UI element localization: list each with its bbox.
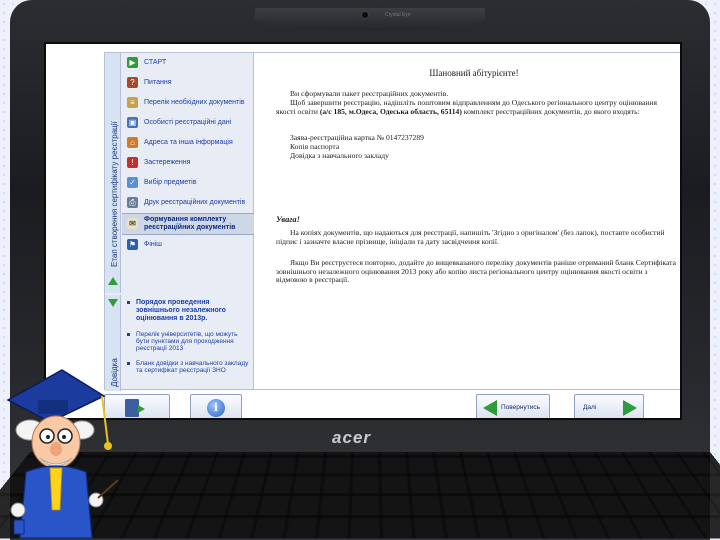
vertical-tab-main-label: Етап створення сертифікату реєстрації <box>110 121 119 267</box>
info-icon: i <box>207 398 225 417</box>
documents-icon: ≡ <box>127 97 138 108</box>
print-icon: ⎙ <box>127 197 138 208</box>
envelope-icon: ✉ <box>127 218 138 229</box>
sidebar-item-finish[interactable]: ⚑ Фініш <box>122 235 254 255</box>
back-button[interactable]: Повернутись <box>476 394 550 418</box>
sidebar-item-label: Фініш <box>144 241 162 248</box>
expand-up-icon <box>108 277 118 285</box>
page-title: Шановний абітурієнте! <box>429 68 519 78</box>
sidebar-item-address[interactable]: ⌂ Адреса та інша інформація <box>122 133 254 153</box>
finish-icon: ⚑ <box>127 239 138 250</box>
doc-item: Довідка з навчального закладу <box>290 151 389 160</box>
sidebar-item-label: Формування комплекту реєстраційних докум… <box>144 216 236 231</box>
mail-address: (а/с 185, м.Одеса, Одеська область, 6511… <box>319 106 462 116</box>
bottom-toolbar: i Повернутись Далі <box>104 394 680 418</box>
acer-logo: acer <box>332 428 371 447</box>
sidebar-item-label: Друк реєстраційних документів <box>144 199 246 206</box>
installer-window: Етап створення сертифікату реєстрації До… <box>104 52 680 391</box>
sidebar-item-documents[interactable]: ≡ Перелік необхідних документів <box>122 93 254 113</box>
sidebar-item-label: Питання <box>144 79 172 86</box>
info-button[interactable]: i <box>190 394 242 418</box>
warning-icon: ! <box>127 157 138 168</box>
sidebar-item-personal-data[interactable]: ▣ Особисті реєстраційні дані <box>122 113 254 133</box>
play-icon: ▶ <box>127 57 138 68</box>
questions-icon: ? <box>127 77 138 88</box>
camera-label: Crystal Eye <box>385 12 411 18</box>
arrow-left-icon <box>483 399 497 416</box>
sidebar-item-label: Перелік необхідних документів <box>144 99 245 106</box>
personal-data-icon: ▣ <box>127 117 138 128</box>
professor-mascot-icon <box>6 369 119 539</box>
sidebar-item-print[interactable]: ⎙ Друк реєстраційних документів <box>122 193 254 213</box>
info-link[interactable]: Порядок проведення зовнішнього незалежно… <box>122 295 254 327</box>
paragraph-2-tail: комплект реєстраційних документів, до як… <box>461 106 640 116</box>
paragraph-3: На копіях документів, що надаються для р… <box>276 228 665 246</box>
paragraph-2: Щоб завершити реєстрацію, надішліть пошт… <box>276 98 676 116</box>
webcam-icon <box>362 12 368 18</box>
step-menu: ▶ СТАРТ ? Питання ≡ Перелік необхідних д… <box>122 53 254 255</box>
sidebar: Етап створення сертифікату реєстрації До… <box>104 52 254 391</box>
paragraph-4: Якщо Ви реєструєтеся повторно, додайте д… <box>276 258 676 285</box>
sidebar-item-questions[interactable]: ? Питання <box>122 73 254 93</box>
exit-door-icon <box>125 398 145 417</box>
content-pane: Шановний абітурієнте! Ви сформували паке… <box>254 52 680 390</box>
info-link[interactable]: Бланк довідки з навчального закладу та с… <box>122 356 254 378</box>
vertical-tab-main[interactable]: Етап створення сертифікату реєстрації <box>105 53 121 293</box>
info-links: Порядок проведення зовнішнього незалежно… <box>122 295 254 378</box>
sidebar-item-envelope[interactable]: ✉ Формування комплекту реєстраційних док… <box>122 213 254 235</box>
laptop-lid-strip <box>255 8 485 30</box>
subjects-icon: ✓ <box>127 177 138 188</box>
arrow-right-icon <box>623 399 637 416</box>
sidebar-item-warning[interactable]: ! Застереження <box>122 153 254 173</box>
back-button-label: Повернутись <box>501 404 540 411</box>
address-icon: ⌂ <box>127 137 138 148</box>
expand-down-icon <box>108 299 118 307</box>
next-button[interactable]: Далі <box>574 394 644 418</box>
sidebar-item-label: Застереження <box>144 159 191 166</box>
next-button-label: Далі <box>583 404 597 411</box>
warning-title: Увага! <box>276 215 300 224</box>
sidebar-item-subjects[interactable]: ✓ Вибір предметів <box>122 173 254 193</box>
sidebar-item-label: СТАРТ <box>144 59 167 66</box>
sidebar-item-label: Адреса та інша інформація <box>144 139 233 146</box>
sidebar-item-start[interactable]: ▶ СТАРТ <box>122 53 254 73</box>
sidebar-item-label: Особисті реєстраційні дані <box>144 119 232 126</box>
sidebar-item-label: Вибір предметів <box>144 179 197 186</box>
info-link[interactable]: Перелік університетів, що можуть бути пу… <box>122 327 254 356</box>
screen: Етап створення сертифікату реєстрації До… <box>44 42 682 420</box>
